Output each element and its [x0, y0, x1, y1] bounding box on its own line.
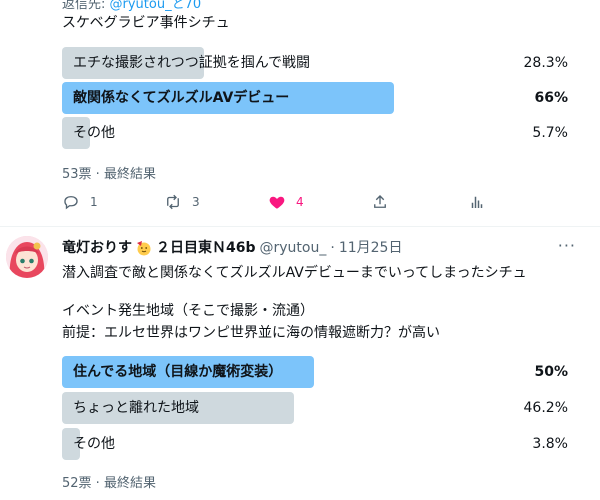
- reply-icon: [64, 196, 78, 210]
- share-button[interactable]: [371, 193, 389, 211]
- poll-option-percent: 5.7%: [532, 125, 568, 141]
- poll-option-percent: 66%: [534, 90, 568, 106]
- poll-option-label: その他: [73, 125, 115, 141]
- heart-filled-icon: [269, 196, 285, 209]
- retweet-count: 3: [192, 195, 200, 209]
- tweet-date[interactable]: 11月25日: [339, 238, 403, 258]
- poll-option-label: その他: [73, 436, 115, 452]
- poll-meta: 52票 · 最終結果: [62, 476, 156, 491]
- reply-to-handle[interactable]: @ryutou_と70: [110, 0, 202, 12]
- like-button[interactable]: 4: [268, 193, 304, 211]
- tweet-text: スケベグラビア事件シチュ: [62, 15, 230, 31]
- poll-meta: 53票 · 最終結果: [62, 167, 156, 182]
- more-icon[interactable]: ···: [558, 236, 576, 255]
- party-face-emoji-icon: [137, 241, 151, 256]
- tweet-divider: [0, 226, 600, 227]
- poll-option-percent: 28.3%: [523, 55, 568, 71]
- share-icon: [374, 195, 386, 208]
- reply-to-line: 返信先: @ryutou_と70: [62, 0, 201, 12]
- poll-option-label: エチな撮影されつつ証拠を掴んで戦闘: [73, 55, 311, 71]
- separator-dot: ·: [330, 240, 335, 256]
- tweet-text-line: 潜入調査で敵と関係なくてズルズルAVデビューまでいってしまったシチュ: [62, 265, 527, 281]
- like-count: 4: [296, 195, 304, 209]
- retweet-button[interactable]: 3: [164, 193, 200, 211]
- poll-option-percent: 3.8%: [532, 436, 568, 452]
- analytics-button[interactable]: [468, 193, 486, 211]
- retweet-icon: [167, 194, 179, 210]
- poll-option-percent: 50%: [534, 364, 568, 380]
- reply-to-prefix: 返信先:: [62, 0, 110, 12]
- reply-count: 1: [90, 195, 98, 209]
- avatar[interactable]: [6, 236, 48, 278]
- poll-option-label: ちょっと離れた地域: [73, 400, 199, 416]
- user-handle[interactable]: @ryutou_: [260, 238, 327, 258]
- reply-button[interactable]: 1: [62, 193, 98, 211]
- tweet-text-line: 前提：エルセ世界はワンピ世界並に海の情報遮断力？が高い: [62, 325, 440, 341]
- analytics-icon: [471, 196, 483, 208]
- display-name-suffix[interactable]: ２日目東Ｎ46b: [156, 238, 256, 258]
- poll-option-label: 敵関係なくてズルズルAVデビュー: [73, 90, 290, 106]
- tweet-text-line: イベント発生地域（そこで撮影・流通）: [62, 303, 314, 319]
- poll-option-percent: 46.2%: [523, 400, 568, 416]
- tweet-header: 竜灯おりす ２日目東Ｎ46b @ryutou_ · 11月25日: [62, 238, 402, 258]
- poll-option-label: 住んでる地域（目線か魔術変装）: [73, 364, 283, 380]
- display-name[interactable]: 竜灯おりす: [62, 238, 132, 258]
